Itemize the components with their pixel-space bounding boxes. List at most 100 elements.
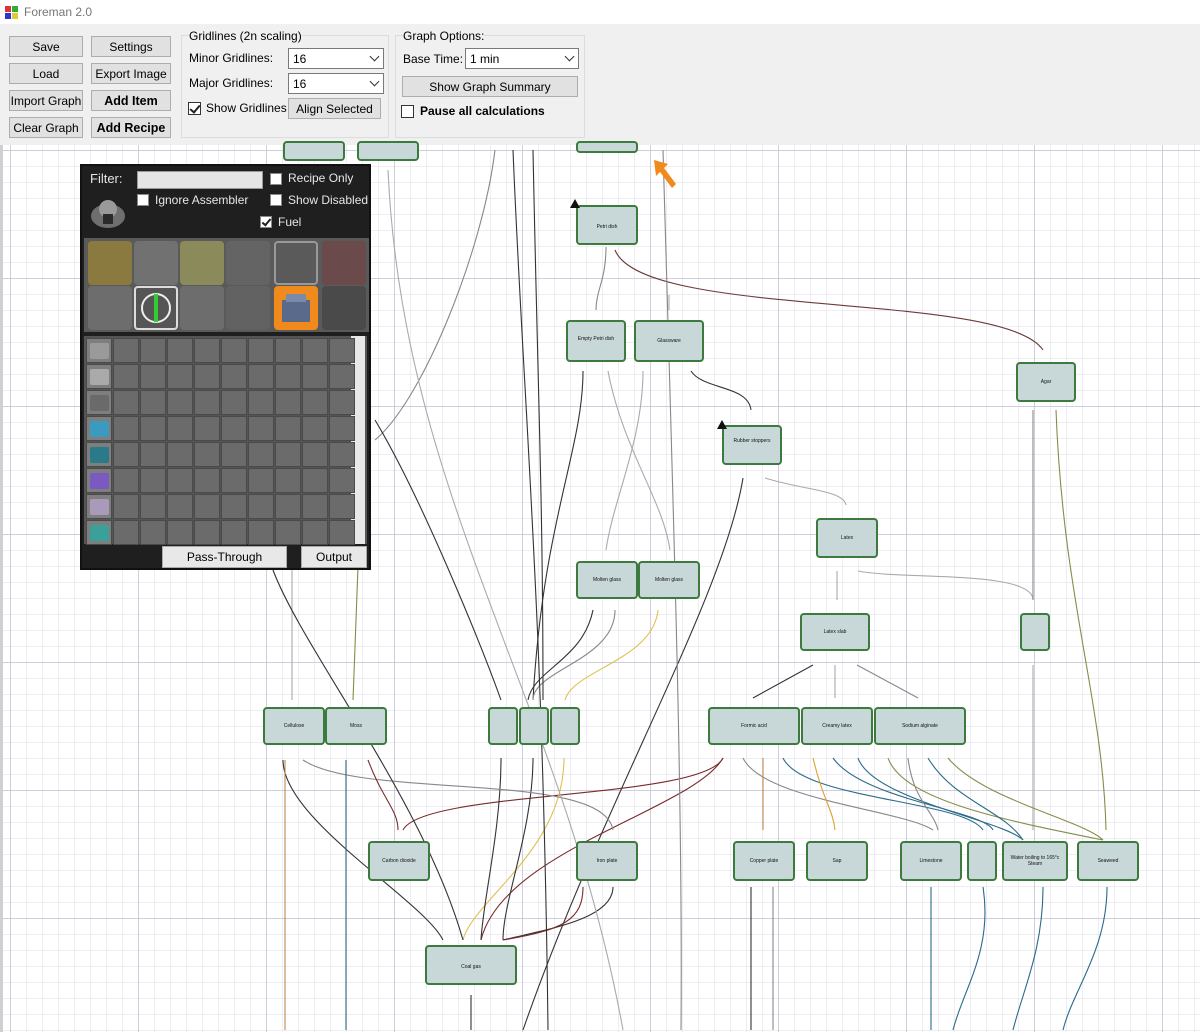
- item-slot-empty: [140, 494, 166, 519]
- item-slot-icon[interactable]: [86, 494, 112, 519]
- node-label: Seaweed: [1097, 858, 1119, 864]
- item-slot-empty: [221, 468, 247, 493]
- bio-group-icon[interactable]: [134, 286, 178, 330]
- item-slot-empty: [194, 416, 220, 441]
- item-slot-empty: [113, 468, 139, 493]
- recipe-node[interactable]: Empty Petri dish: [566, 320, 626, 362]
- recipe-only-checkbox[interactable]: [270, 173, 282, 185]
- graph-node-partial[interactable]: [283, 141, 345, 161]
- ignore-assembler-checkbox[interactable]: [137, 194, 149, 206]
- module-group-icon[interactable]: [226, 286, 270, 330]
- item-slot-icon[interactable]: [86, 364, 112, 389]
- building-group-icon[interactable]: [274, 286, 318, 330]
- recipe-node[interactable]: Copper plate: [733, 841, 795, 881]
- pass-through-button[interactable]: Pass-Through: [162, 546, 287, 568]
- recipe-node[interactable]: [1020, 613, 1050, 651]
- show-disabled-checkbox[interactable]: [270, 194, 282, 206]
- minor-gridlines-select[interactable]: 16: [288, 48, 384, 69]
- filter-input[interactable]: [137, 171, 263, 189]
- combat-group-icon[interactable]: [226, 241, 270, 285]
- save-button[interactable]: Save: [9, 36, 83, 57]
- item-slot-empty: [329, 364, 355, 389]
- recipe-node[interactable]: Sap: [806, 841, 868, 881]
- node-label: Molten glass: [654, 577, 684, 583]
- item-slot-icon[interactable]: [86, 416, 112, 441]
- recipe-node[interactable]: [519, 707, 549, 745]
- chip-group-icon[interactable]: [180, 286, 224, 330]
- item-slot-empty: [194, 520, 220, 545]
- recipe-node[interactable]: Rubber stoppers: [722, 425, 782, 465]
- recipe-node[interactable]: Coal gas: [425, 945, 517, 985]
- pause-calculations-checkbox[interactable]: [401, 105, 414, 118]
- recipe-node[interactable]: Latex: [816, 518, 878, 558]
- item-slot-icon[interactable]: [86, 390, 112, 415]
- recipe-node[interactable]: Carbon dioxide: [368, 841, 430, 881]
- recipe-node[interactable]: Creamy latex: [801, 707, 873, 745]
- fuel-checkbox[interactable]: [260, 216, 272, 228]
- recipe-node[interactable]: Formic acid: [708, 707, 800, 745]
- recipe-node[interactable]: Water boiling to 165°c Steam: [1002, 841, 1068, 881]
- recipe-node[interactable]: Iron plate: [576, 841, 638, 881]
- logistics-group-icon[interactable]: [88, 241, 132, 285]
- node-label: Carbon dioxide: [382, 858, 416, 864]
- recipe-node[interactable]: Latex slab: [800, 613, 870, 651]
- major-gridlines-select[interactable]: 16: [288, 73, 384, 94]
- signals-group-icon[interactable]: [88, 286, 132, 330]
- item-slot-empty: [113, 494, 139, 519]
- import-graph-button[interactable]: Import Graph: [9, 90, 83, 111]
- export-image-button[interactable]: Export Image: [91, 63, 171, 84]
- recipe-node[interactable]: Molten glass: [638, 561, 700, 599]
- add-item-button[interactable]: Add Item: [91, 90, 171, 111]
- item-slot-empty: [248, 442, 274, 467]
- recipe-node[interactable]: Glassware: [634, 320, 704, 362]
- item-slot-empty: [275, 364, 301, 389]
- recipe-node[interactable]: Seaweed: [1077, 841, 1139, 881]
- recipe-node[interactable]: [550, 707, 580, 745]
- node-label: Petri dish: [596, 224, 618, 230]
- settings-button[interactable]: Settings: [91, 36, 171, 57]
- recipe-node[interactable]: Petri dish: [576, 205, 638, 245]
- output-button[interactable]: Output: [301, 546, 367, 568]
- item-slot-empty: [275, 468, 301, 493]
- ignore-assembler-label: Ignore Assembler: [155, 193, 249, 207]
- item-slot-empty: [302, 494, 328, 519]
- clear-graph-button[interactable]: Clear Graph: [9, 117, 83, 138]
- warning-icon: [717, 420, 727, 429]
- item-slot-icon[interactable]: [86, 442, 112, 467]
- recipe-node[interactable]: Cellulose: [263, 707, 325, 745]
- base-time-label: Base Time:: [403, 52, 464, 66]
- resources-group-icon[interactable]: [322, 241, 366, 285]
- item-slot-empty: [194, 442, 220, 467]
- recipe-node[interactable]: Moss: [325, 707, 387, 745]
- recipe-node[interactable]: Limestone: [900, 841, 962, 881]
- load-button[interactable]: Load: [9, 63, 83, 84]
- fluids-group-icon[interactable]: [274, 241, 318, 285]
- item-slot-empty: [221, 364, 247, 389]
- node-label: Iron plate: [596, 858, 618, 864]
- pause-calculations-label: Pause all calculations: [420, 104, 545, 118]
- recipe-node[interactable]: Molten glass: [576, 561, 638, 599]
- graph-node-partial[interactable]: [576, 141, 638, 153]
- recipe-node[interactable]: Sodium alginate: [874, 707, 966, 745]
- node-label: Copper plate: [749, 858, 779, 864]
- item-slot-empty: [140, 442, 166, 467]
- graph-node-partial[interactable]: [357, 141, 419, 161]
- item-slot-icon[interactable]: [86, 468, 112, 493]
- recipe-node[interactable]: [488, 707, 518, 745]
- item-slot-icon[interactable]: [86, 338, 112, 363]
- recipe-node[interactable]: Agar: [1016, 362, 1076, 402]
- base-time-select[interactable]: 1 min: [465, 48, 579, 69]
- item-slot-icon[interactable]: [86, 520, 112, 545]
- item-grid: [84, 336, 367, 545]
- align-selected-button[interactable]: Align Selected: [288, 98, 381, 119]
- show-graph-summary-button[interactable]: Show Graph Summary: [402, 76, 578, 97]
- misc-group-icon[interactable]: [322, 286, 366, 330]
- show-gridlines-checkbox[interactable]: [188, 102, 201, 115]
- item-slot-empty: [167, 520, 193, 545]
- production-group-icon[interactable]: [134, 241, 178, 285]
- recipe-node[interactable]: [967, 841, 997, 881]
- intermediate-group-icon[interactable]: [180, 241, 224, 285]
- item-slot-empty: [275, 416, 301, 441]
- item-slot-empty: [248, 390, 274, 415]
- add-recipe-button[interactable]: Add Recipe: [91, 117, 171, 138]
